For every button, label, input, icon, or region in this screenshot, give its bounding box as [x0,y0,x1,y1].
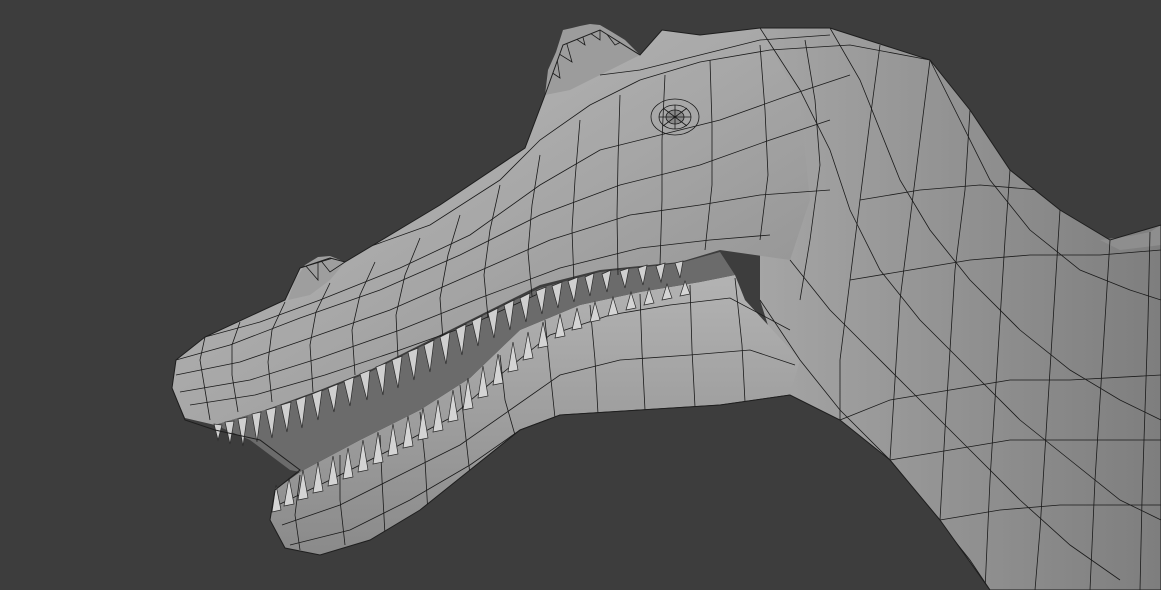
3d-viewport[interactable] [0,0,1161,590]
neck-surface [760,28,1161,590]
dinosaur-mesh[interactable] [172,24,1161,590]
viewport-canvas[interactable] [0,0,1161,590]
